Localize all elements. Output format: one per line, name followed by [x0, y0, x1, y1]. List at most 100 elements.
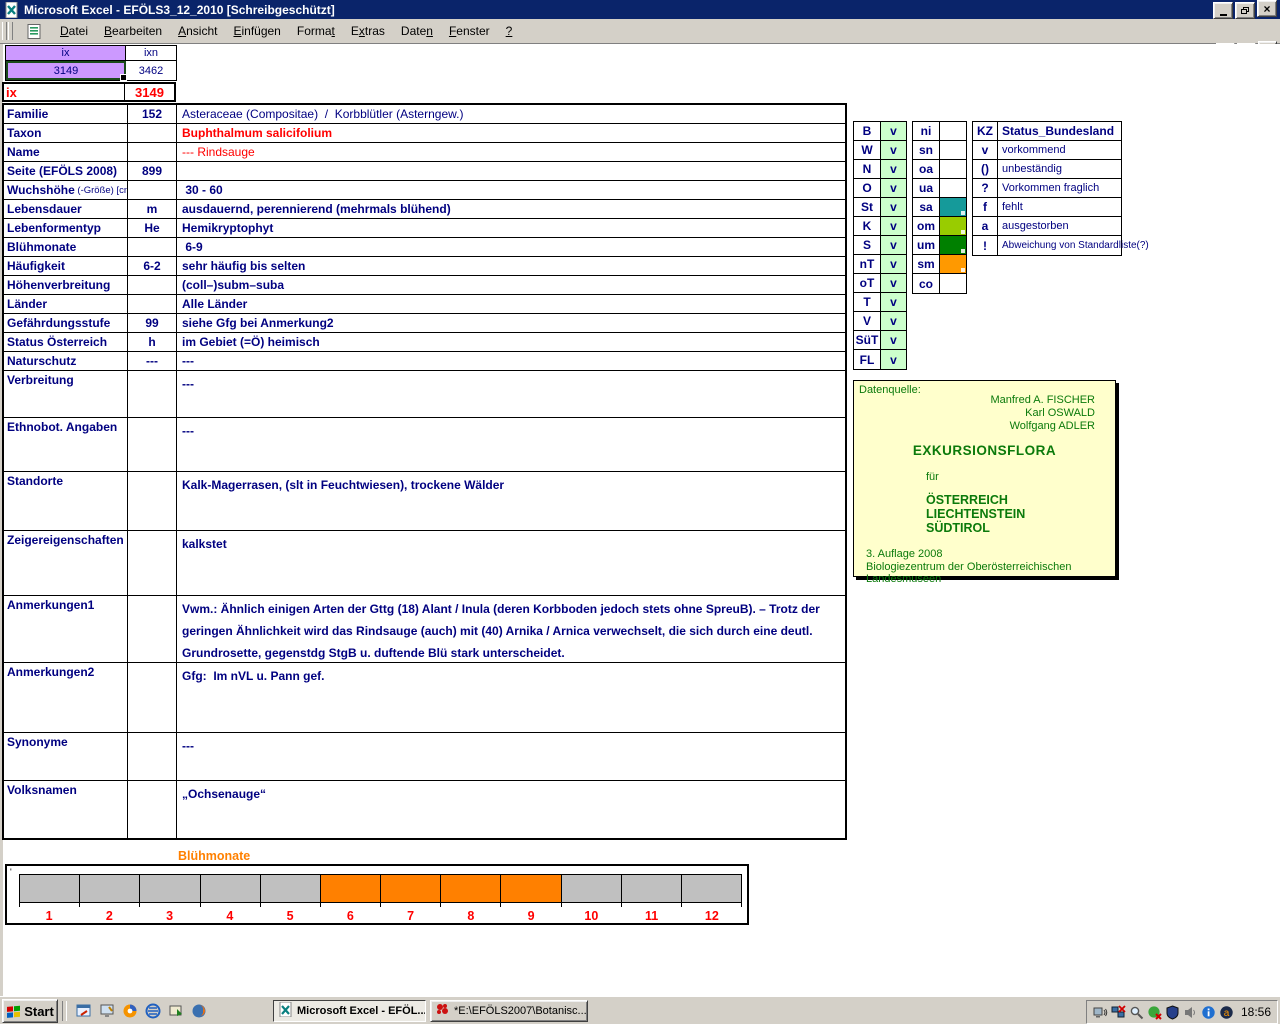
bundesland-status-8[interactable]: v [880, 274, 906, 292]
record-code-19[interactable] [127, 663, 177, 732]
record-value-9[interactable]: (coll–)subm–suba [177, 276, 845, 294]
record-code-21[interactable] [127, 781, 177, 838]
bundesland-code-5[interactable]: K [854, 217, 880, 235]
record-label-15[interactable]: Ethnobot. Angaben [4, 418, 127, 471]
bundesland-status-9[interactable]: v [880, 293, 906, 311]
tray-info-icon[interactable] [1201, 1005, 1216, 1020]
record-code-0[interactable]: 152 [127, 105, 177, 123]
region-color-7[interactable] [939, 255, 966, 273]
restore-button[interactable] [1235, 2, 1255, 19]
bundesland-code-8[interactable]: oT [854, 274, 880, 292]
record-label-21[interactable]: Volksnamen [4, 781, 127, 838]
record-value-10[interactable]: Alle Länder [177, 295, 845, 313]
ixn-header-cell[interactable]: ixn [126, 46, 176, 60]
tray-volume-monitor-icon[interactable] [1093, 1005, 1108, 1020]
region-color-1[interactable] [939, 141, 966, 159]
region-color-8[interactable] [939, 274, 966, 293]
bundesland-status-11[interactable]: v [880, 331, 906, 349]
record-label-1[interactable]: Taxon [4, 124, 127, 142]
record-value-4[interactable]: 30 - 60 [177, 181, 845, 199]
region-code-6[interactable]: um [913, 236, 939, 254]
record-value-18[interactable]: Vwm.: Ähnlich einigen Arten der Gttg (18… [177, 596, 845, 662]
bundesland-status-4[interactable]: v [880, 198, 906, 216]
record-code-15[interactable] [127, 418, 177, 471]
record-value-13[interactable]: --- [177, 352, 845, 370]
bundesland-status-2[interactable]: v [880, 160, 906, 178]
bundesland-code-3[interactable]: O [854, 179, 880, 197]
fill-handle[interactable] [120, 74, 127, 81]
record-label-18[interactable]: Anmerkungen1 [4, 596, 127, 662]
record-code-3[interactable]: 899 [127, 162, 177, 180]
region-code-7[interactable]: sm [913, 255, 939, 273]
menu-item-daten[interactable]: Daten [393, 21, 441, 41]
bundesland-code-7[interactable]: nT [854, 255, 880, 273]
record-value-0[interactable]: Asteraceae (Compositae) / Korbblütler (A… [177, 105, 845, 123]
ix-header-cell[interactable]: ix [6, 46, 126, 60]
region-code-0[interactable]: ni [913, 122, 939, 140]
record-label-0[interactable]: Familie [4, 105, 127, 123]
region-code-3[interactable]: ua [913, 179, 939, 197]
quicklaunch-ie-icon[interactable] [144, 1003, 161, 1020]
record-label-17[interactable]: Zeigereigenschaften [4, 531, 127, 595]
bundesland-code-4[interactable]: St [854, 198, 880, 216]
record-code-18[interactable] [127, 596, 177, 662]
bundesland-code-11[interactable]: SüT [854, 331, 880, 349]
bloom-chart[interactable]: ' 1 2 3 4 5 6 7 8 9 10 11 12 [5, 864, 749, 925]
toolbar-grip[interactable] [2, 22, 7, 40]
record-code-2[interactable] [127, 143, 177, 161]
record-code-1[interactable] [127, 124, 177, 142]
record-code-8[interactable]: 6-2 [127, 257, 177, 275]
record-label-6[interactable]: Lebenformentyp [4, 219, 127, 237]
region-code-8[interactable]: co [913, 274, 939, 293]
record-label-10[interactable]: Länder [4, 295, 127, 313]
record-label-20[interactable]: Synonyme [4, 733, 127, 780]
record-code-16[interactable] [127, 472, 177, 530]
bundesland-status-6[interactable]: v [880, 236, 906, 254]
record-code-20[interactable] [127, 733, 177, 780]
taskbar-clock[interactable]: 18:56 [1241, 1005, 1271, 1019]
record-code-6[interactable]: He [127, 219, 177, 237]
record-value-1[interactable]: Buphthalmum salicifolium [177, 124, 845, 142]
tray-network-error-icon[interactable] [1111, 1004, 1126, 1020]
record-label-12[interactable]: Status Österreich [4, 333, 127, 351]
bundesland-code-9[interactable]: T [854, 293, 880, 311]
menu-item-help[interactable]: ? [498, 21, 521, 41]
bundesland-code-2[interactable]: N [854, 160, 880, 178]
bundesland-status-5[interactable]: v [880, 217, 906, 235]
bundesland-code-1[interactable]: W [854, 141, 880, 159]
bundesland-status-10[interactable]: v [880, 312, 906, 330]
menu-item-fenster[interactable]: Fenster [441, 21, 498, 41]
record-value-16[interactable]: Kalk-Magerrasen, (slt in Feuchtwiesen), … [177, 472, 845, 530]
bundesland-status-3[interactable]: v [880, 179, 906, 197]
record-label-5[interactable]: Lebensdauer [4, 200, 127, 218]
record-code-11[interactable]: 99 [127, 314, 177, 332]
record-value-11[interactable]: siehe Gfg bei Anmerkung2 [177, 314, 845, 332]
menu-item-ansicht[interactable]: Ansicht [170, 21, 225, 41]
record-value-15[interactable]: --- [177, 418, 845, 471]
record-code-4[interactable] [127, 181, 177, 199]
record-label-3[interactable]: Seite (EFÖLS 2008) [4, 162, 127, 180]
region-code-2[interactable]: oa [913, 160, 939, 178]
bundesland-status-12[interactable]: v [880, 350, 906, 369]
record-code-9[interactable] [127, 276, 177, 294]
record-code-7[interactable] [127, 238, 177, 256]
record-code-12[interactable]: h [127, 333, 177, 351]
quicklaunch-showdesktop-icon[interactable] [167, 1003, 184, 1020]
record-label-14[interactable]: Verbreitung [4, 371, 127, 417]
record-label-9[interactable]: Höhenverbreitung [4, 276, 127, 294]
record-value-20[interactable]: --- [177, 733, 845, 780]
record-code-5[interactable]: m [127, 200, 177, 218]
region-color-5[interactable] [939, 217, 966, 235]
record-code-10[interactable] [127, 295, 177, 313]
tray-antivirus-icon[interactable] [1147, 1005, 1162, 1020]
record-label-2[interactable]: Name [4, 143, 127, 161]
ix-value-cell[interactable]: 3149 [6, 61, 127, 81]
quicklaunch-desktop-icon[interactable] [98, 1003, 115, 1020]
bundesland-code-12[interactable]: FL [854, 350, 880, 369]
close-button[interactable]: × [1257, 0, 1277, 17]
region-color-6[interactable] [939, 236, 966, 254]
record-value-21[interactable]: „Ochsenauge“ [177, 781, 845, 838]
bundesland-code-6[interactable]: S [854, 236, 880, 254]
record-value-2[interactable]: --- Rindsauge [177, 143, 845, 161]
menu-item-bearbeiten[interactable]: Bearbeiten [96, 21, 170, 41]
